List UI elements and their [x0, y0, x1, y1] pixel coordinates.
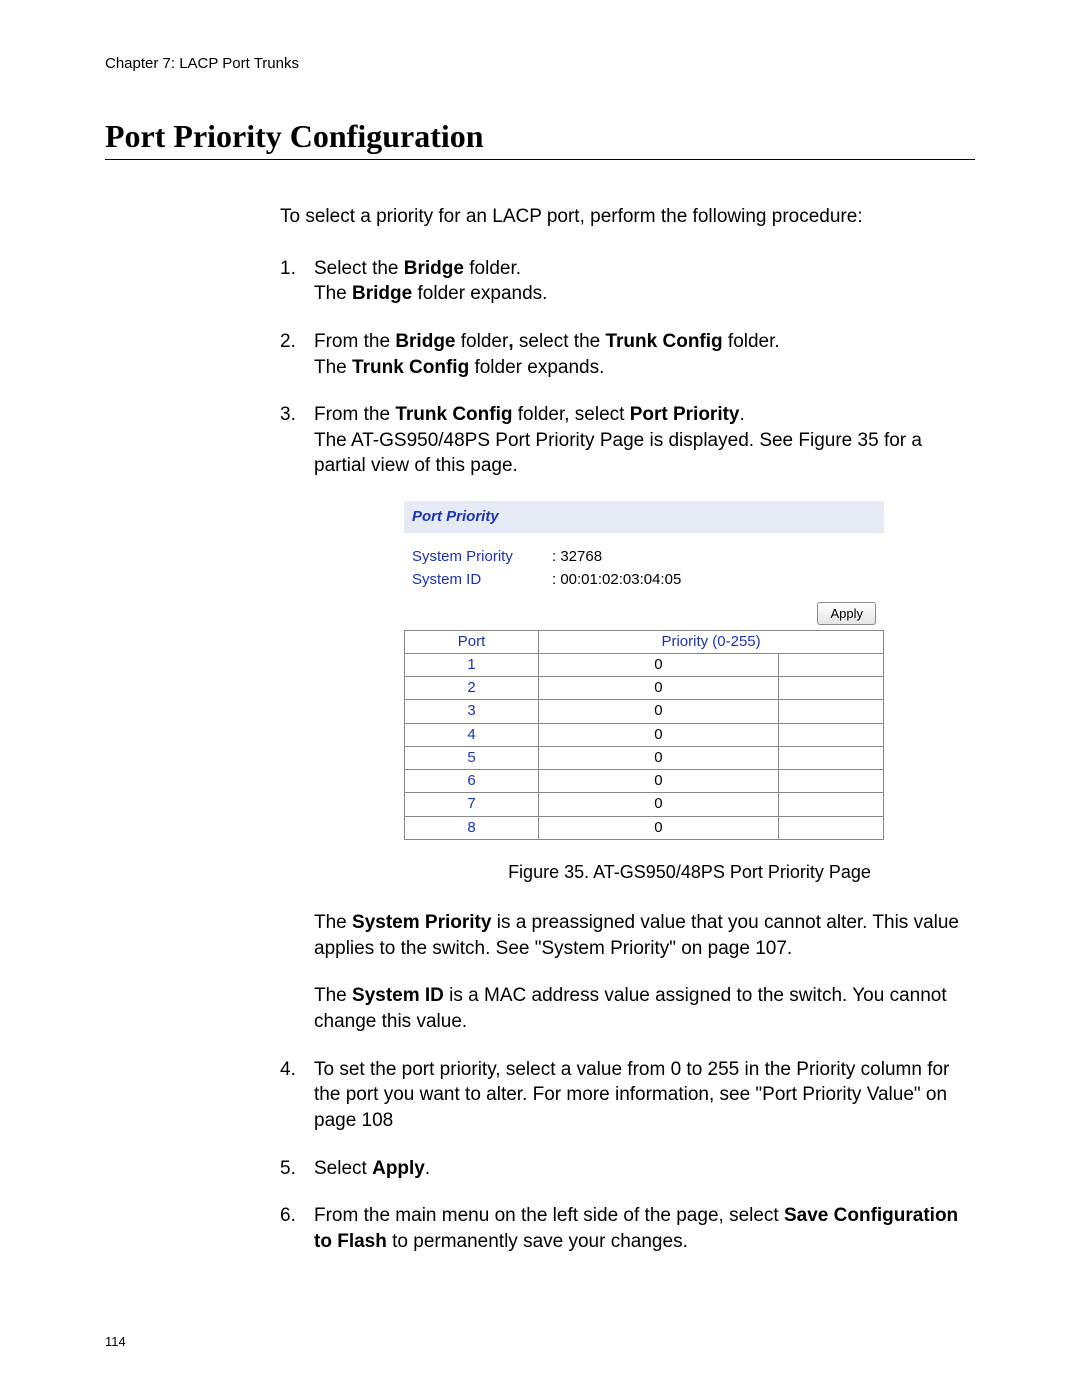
system-info: System Priority : 32768 System ID : 00:0…	[404, 533, 884, 600]
intro-text: To select a priority for an LACP port, p…	[280, 204, 975, 230]
panel-title: Port Priority	[404, 501, 884, 533]
chapter-header: Chapter 7: LACP Port Trunks	[105, 55, 975, 72]
table-row: 70	[405, 793, 884, 816]
system-priority-value: : 32768	[552, 547, 752, 567]
system-id-value: : 00:01:02:03:04:05	[552, 570, 752, 590]
apply-row: Apply	[404, 600, 884, 630]
step-1: Select the Bridge folder. The Bridge fol…	[280, 256, 975, 307]
figure-35: Port Priority System Priority : 32768 Sy…	[404, 501, 975, 884]
note-system-priority: The System Priority is a preassigned val…	[314, 910, 975, 961]
system-priority-label: System Priority	[412, 547, 552, 567]
step-5: Select Apply.	[280, 1156, 975, 1182]
figure-caption: Figure 35. AT-GS950/48PS Port Priority P…	[404, 860, 975, 884]
content-block: To select a priority for an LACP port, p…	[280, 204, 975, 1254]
table-row: 10	[405, 653, 884, 676]
col-priority: Priority (0-255)	[539, 630, 884, 653]
table-row: 20	[405, 677, 884, 700]
port-priority-table: Port Priority (0-255) 10 20 30 40 50 60	[404, 630, 884, 840]
step-2: From the Bridge folder, select the Trunk…	[280, 329, 975, 380]
table-row: 50	[405, 746, 884, 769]
page: Chapter 7: LACP Port Trunks Port Priorit…	[0, 0, 1080, 1389]
section-title: Port Priority Configuration	[105, 118, 975, 160]
table-row: 30	[405, 700, 884, 723]
apply-button[interactable]: Apply	[817, 602, 876, 626]
port-priority-panel: Port Priority System Priority : 32768 Sy…	[404, 501, 884, 840]
step-6: From the main menu on the left side of t…	[280, 1203, 975, 1254]
step-3: From the Trunk Config folder, select Por…	[280, 402, 975, 1034]
note-system-id: The System ID is a MAC address value ass…	[314, 983, 975, 1034]
system-id-label: System ID	[412, 570, 552, 590]
step-4: To set the port priority, select a value…	[280, 1057, 975, 1134]
table-row: 40	[405, 723, 884, 746]
page-number: 114	[105, 1334, 975, 1349]
table-row: 60	[405, 770, 884, 793]
table-row: 80	[405, 816, 884, 839]
procedure-list: Select the Bridge folder. The Bridge fol…	[280, 256, 975, 1255]
col-port: Port	[405, 630, 539, 653]
